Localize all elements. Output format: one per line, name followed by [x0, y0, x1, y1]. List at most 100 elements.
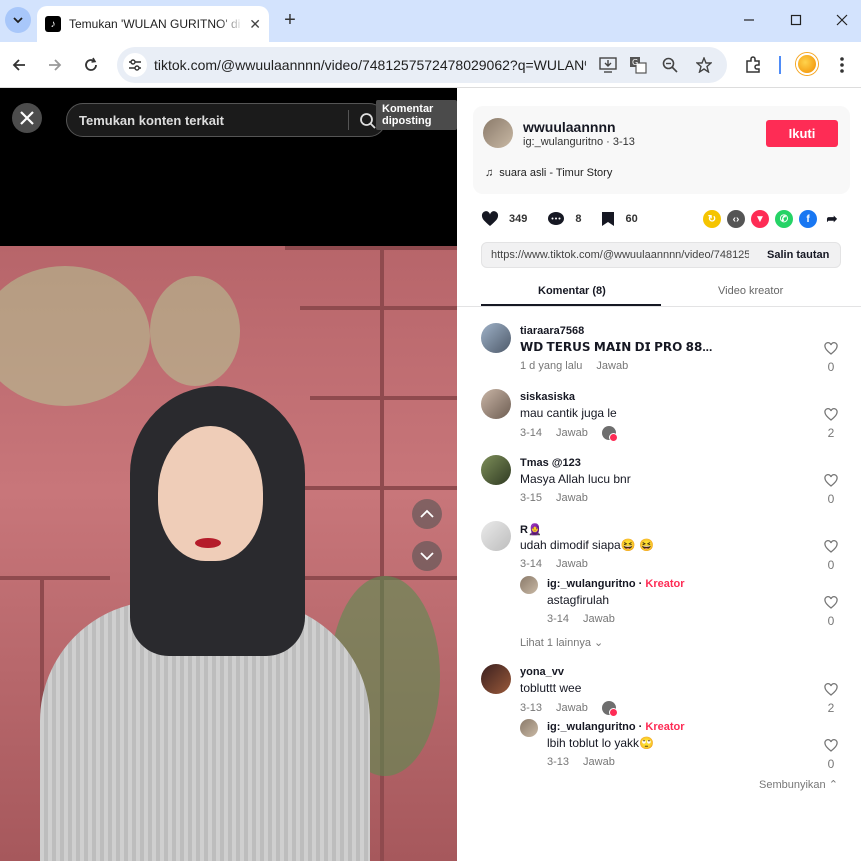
reply-username[interactable]: ig:_wulanguritno · Kreator — [547, 578, 685, 590]
comment-username[interactable]: yona_vv — [520, 666, 564, 678]
reply-like-button[interactable]: 0 — [821, 596, 841, 628]
new-tab-button[interactable]: + — [278, 8, 302, 32]
hide-replies-button[interactable]: Sembunyikan ⌃ — [759, 778, 838, 791]
follow-button[interactable]: Ikuti — [766, 120, 838, 147]
comment-meta: 3-15 Jawab — [520, 492, 588, 504]
repost-icon[interactable]: ↻ — [703, 210, 721, 228]
reload-icon — [85, 57, 97, 71]
like-count: 349 — [509, 213, 528, 225]
hide-replies-label: Sembunyikan — [759, 779, 826, 791]
browser-tab[interactable]: ♪ Temukan 'WULAN GURITNO' di TikTok ✕ — [37, 6, 269, 42]
reply-button[interactable]: Jawab — [556, 558, 588, 570]
reply-date: 3-13 — [547, 756, 570, 768]
reply-button[interactable]: Jawab — [556, 427, 588, 439]
reply-button[interactable]: Jawab — [596, 360, 628, 372]
comment-like-button[interactable]: 0 — [821, 342, 841, 374]
comment-username[interactable]: Tmas @123 — [520, 457, 581, 469]
copy-link-button[interactable]: Salin tautan — [767, 249, 829, 261]
reply-avatar[interactable] — [520, 576, 538, 594]
translate-icon[interactable]: G — [627, 55, 649, 75]
next-video-button[interactable] — [412, 541, 442, 571]
translate-glyph-icon: G — [630, 57, 647, 74]
video-player[interactable]: Temukan konten terkait Komentar dipostin… — [0, 88, 457, 861]
reply-avatar[interactable] — [520, 719, 538, 737]
comment-date: 3-13 — [520, 702, 543, 714]
bookmark-star-icon[interactable] — [693, 55, 715, 75]
comment-avatar[interactable] — [481, 389, 511, 419]
comment-username[interactable]: siskasiska — [520, 391, 575, 403]
chevron-up-icon: ⌃ — [828, 779, 838, 791]
comment-button[interactable]: 8 — [547, 211, 581, 227]
close-icon — [20, 111, 34, 125]
comment-avatar[interactable] — [481, 664, 511, 694]
forward-button[interactable] — [42, 52, 68, 78]
like-button[interactable]: 349 — [481, 211, 527, 227]
comment-date: 3-15 — [520, 492, 543, 504]
tab-comments[interactable]: Komentar (8) — [538, 285, 606, 297]
tab-creator-videos[interactable]: Video kreator — [718, 285, 783, 297]
tiktok-icon: ♪ — [45, 16, 61, 32]
comment-date: 1 d yang lalu — [520, 360, 583, 372]
reply-meta: 3-13 Jawab — [547, 756, 615, 768]
comment-avatar[interactable] — [481, 521, 511, 551]
save-button[interactable]: 60 — [601, 211, 638, 227]
author-username[interactable]: wwuulaannnn — [523, 119, 616, 135]
music-link[interactable]: ♫ suara asli - Timur Story — [485, 167, 612, 179]
heart-outline-icon — [824, 342, 838, 355]
music-note-icon: ♫ — [485, 167, 494, 179]
reply-username-text: ig:_wulanguritno — [547, 578, 636, 590]
window-close-button[interactable] — [827, 8, 857, 32]
reply-reply-button[interactable]: Jawab — [583, 756, 615, 768]
view-more-replies-label: Lihat 1 lainnya — [520, 637, 591, 649]
maximize-button[interactable] — [781, 8, 811, 32]
comment-like-button[interactable]: 2 — [821, 408, 841, 440]
reply-button[interactable]: Jawab — [556, 492, 588, 504]
comment-avatar[interactable] — [481, 455, 511, 485]
whatsapp-icon[interactable]: ✆ — [775, 210, 793, 228]
reply-reply-button[interactable]: Jawab — [583, 613, 615, 625]
comment-like-button[interactable]: 0 — [821, 474, 841, 506]
install-app-icon[interactable] — [597, 55, 619, 75]
install-icon — [599, 57, 617, 73]
author-avatar[interactable] — [483, 118, 513, 148]
comment-username[interactable]: R🧕 — [520, 523, 542, 536]
comment-like-button[interactable]: 2 — [821, 683, 841, 715]
view-more-replies[interactable]: Lihat 1 lainnya ⌄ — [520, 636, 603, 649]
reply-button[interactable]: Jawab — [556, 702, 588, 714]
site-info-icon[interactable] — [123, 53, 147, 77]
reply-like-button[interactable]: 0 — [821, 739, 841, 771]
share-link-box: https://www.tiktok.com/@wwuulaannnn/vide… — [481, 242, 841, 268]
author-card: wwuulaannnn ig:_wulanguritno · 3-13 Ikut… — [473, 106, 850, 194]
tab-search-button[interactable] — [5, 7, 31, 33]
reload-button[interactable] — [78, 52, 104, 78]
related-search-input[interactable]: Temukan konten terkait — [66, 103, 386, 137]
extensions-button[interactable] — [742, 54, 764, 76]
reply-text: astagfirulah — [547, 593, 610, 607]
menu-button[interactable] — [831, 54, 853, 76]
share-arrow-icon[interactable]: ➦ — [823, 210, 841, 228]
comment-meta: 3-14 Jawab — [520, 426, 618, 442]
send-icon[interactable]: ▼ — [751, 210, 769, 228]
comment-meta: 1 d yang lalu Jawab — [520, 360, 628, 372]
profile-avatar[interactable] — [796, 53, 818, 75]
zoom-icon[interactable] — [659, 55, 681, 75]
comment-avatar[interactable] — [481, 323, 511, 353]
close-icon — [836, 14, 848, 26]
comment-username[interactable]: tiaraara7568 — [520, 325, 584, 337]
facebook-icon[interactable]: f — [799, 210, 817, 228]
url-text[interactable]: tiktok.com/@wwuulaannnn/video/7481257572… — [154, 57, 586, 73]
creator-liked-icon — [601, 701, 618, 717]
comment-text: udah dimodif siapa😆 😆 — [520, 538, 654, 552]
embed-icon[interactable]: ‹› — [727, 210, 745, 228]
address-bar[interactable]: tiktok.com/@wwuulaannnn/video/7481257572… — [117, 47, 727, 83]
minimize-button[interactable] — [734, 8, 764, 32]
heart-outline-icon — [824, 596, 838, 609]
comment-like-button[interactable]: 0 — [821, 540, 841, 572]
back-button[interactable] — [6, 52, 32, 78]
previous-video-button[interactable] — [412, 499, 442, 529]
reply-username[interactable]: ig:_wulanguritno · Kreator — [547, 721, 685, 733]
close-video-button[interactable] — [12, 103, 42, 133]
share-link-text[interactable]: https://www.tiktok.com/@wwuulaannnn/vide… — [491, 249, 749, 261]
search-icon[interactable] — [359, 112, 377, 130]
close-icon[interactable]: ✕ — [249, 16, 261, 33]
